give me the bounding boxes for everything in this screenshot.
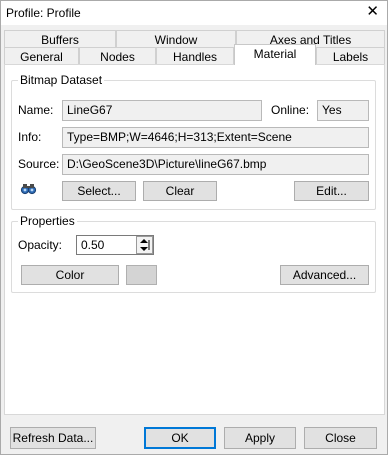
window-title: Profile: Profile — [6, 6, 81, 20]
name-field[interactable]: LineG67 — [62, 100, 262, 121]
material-panel: Bitmap Dataset Name: LineG67 Online: Yes… — [4, 64, 385, 415]
select-button[interactable]: Select... — [62, 181, 136, 201]
properties-group: Properties Opacity: 0.50 Color Advanced.… — [11, 214, 376, 293]
tab-material[interactable]: Material — [234, 44, 316, 65]
online-label: Online: — [271, 103, 310, 117]
color-swatch[interactable] — [126, 265, 157, 285]
profile-dialog: Profile: Profile ✕ Buffers Window Axes a… — [0, 0, 388, 455]
name-label: Name: — [18, 103, 54, 117]
info-field[interactable]: Type=BMP;W=4646;H=313;Extent=Scene — [62, 127, 369, 148]
color-button[interactable]: Color — [21, 265, 119, 285]
advanced-button[interactable]: Advanced... — [280, 265, 369, 285]
title-bar: Profile: Profile ✕ — [1, 1, 387, 25]
close-button[interactable]: Close — [304, 427, 377, 449]
source-field[interactable]: D:\GeoScene3D\Picture\lineG67.bmp — [62, 154, 369, 175]
opacity-spinner-icon[interactable] — [136, 236, 153, 254]
online-field[interactable]: Yes — [317, 100, 369, 121]
opacity-label: Opacity: — [18, 238, 63, 252]
binoculars-icon — [20, 181, 38, 195]
properties-title: Properties — [18, 214, 77, 228]
bitmap-dataset-title: Bitmap Dataset — [18, 73, 105, 87]
refresh-data-button[interactable]: Refresh Data... — [10, 427, 96, 449]
ok-button[interactable]: OK — [144, 427, 216, 449]
clear-button[interactable]: Clear — [143, 181, 217, 201]
edit-button[interactable]: Edit... — [294, 181, 369, 201]
bitmap-dataset-group: Bitmap Dataset Name: LineG67 Online: Yes… — [11, 73, 376, 210]
source-label: Source: — [18, 157, 60, 171]
close-window-icon[interactable]: ✕ — [366, 4, 379, 20]
info-label: Info: — [18, 130, 42, 144]
apply-button[interactable]: Apply — [224, 427, 296, 449]
